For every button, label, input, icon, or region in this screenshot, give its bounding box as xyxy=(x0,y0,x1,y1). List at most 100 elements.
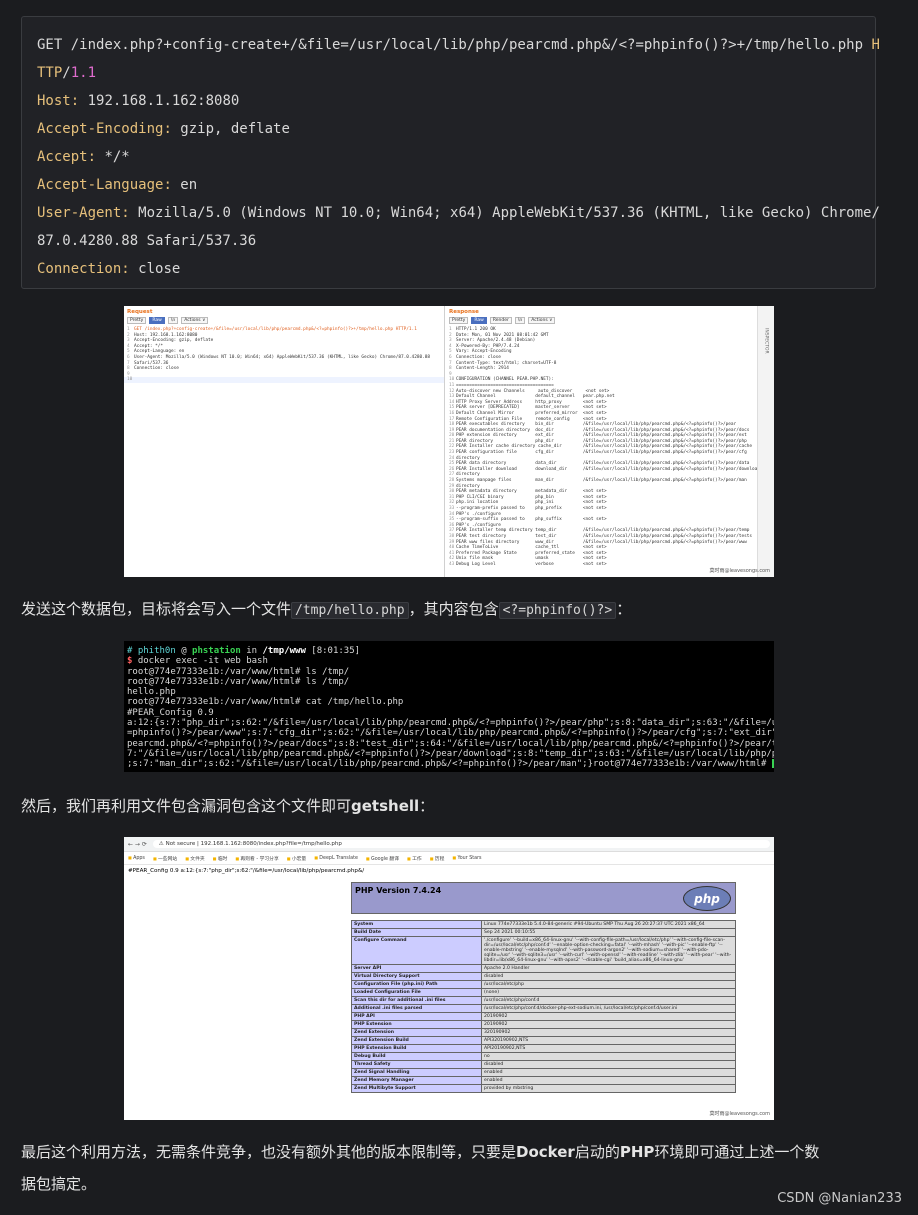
burp-tab[interactable]: \n xyxy=(514,317,526,324)
burp-tab[interactable]: Render xyxy=(489,317,512,324)
phpinfo-key: Loaded Configuration File xyxy=(351,988,482,997)
burp-response-title: Response xyxy=(449,309,479,315)
phpinfo-key: Zend Signal Handling xyxy=(351,1068,482,1077)
phpinfo-row: Additional .ini files parsed/usr/local/e… xyxy=(351,1004,736,1013)
burp-tab[interactable]: Actions ∨ xyxy=(528,317,556,324)
para3-bold-docker: Docker xyxy=(516,1143,575,1161)
terminal-output-line: =phpinfo()?>/pear/www";s:7:"cfg_dir";s:6… xyxy=(127,728,774,739)
header-key: Accept-Language xyxy=(37,177,164,193)
phpinfo-value: disabled xyxy=(481,1060,736,1069)
php-version-title: PHP Version 7.4.24 xyxy=(355,886,442,895)
phpinfo-row: Server API Apache 2.0 Handler xyxy=(351,964,736,973)
phpinfo-key: Configure Command xyxy=(351,936,482,965)
bookmark-item[interactable]: 再则看 - 学习分享 xyxy=(235,855,278,862)
terminal-host: phstation xyxy=(192,646,241,656)
burp-line-text: HTTP Proxy Server Address http_proxy <no… xyxy=(456,399,607,405)
phpinfo-key: Build Date xyxy=(351,928,482,937)
header-colon: : xyxy=(70,93,80,109)
burp-line-text: Accept-Language: en xyxy=(134,349,185,355)
terminal-prompt-header: # phith0n @ phstation in /tmp/www [8:01:… xyxy=(127,646,771,656)
code-header-line: Accept: */* xyxy=(37,143,860,171)
phpinfo-value: API20190902,NTS xyxy=(481,1044,736,1053)
code-headers: Host: 192.168.1.162:8080 Accept-Encoding:… xyxy=(37,87,880,283)
burp-line-text: PEAR documentation directory doc_dir /&f… xyxy=(456,427,750,433)
phpinfo-value: Apache 2.0 Handler xyxy=(481,964,736,973)
burp-line-text: PEAR Installer temp directory temp_dir /… xyxy=(456,528,750,534)
burp-tab[interactable]: Pretty xyxy=(449,317,469,324)
phpinfo-row: Scan this dir for additional .ini files /… xyxy=(351,996,736,1005)
phpinfo-header: PHP Version 7.4.24 php xyxy=(351,882,736,914)
burp-line-text: Vary: Accept-Encoding xyxy=(456,349,512,355)
para3-line2: 据包搞定。 xyxy=(21,1175,97,1193)
phpinfo-row: PHP API 20190902 xyxy=(351,1012,736,1021)
header-colon: : xyxy=(163,177,172,193)
burp-line-text: --program-prefix passed to php_prefix <n… xyxy=(456,506,607,511)
burp-tab[interactable]: Raw xyxy=(471,317,487,324)
phpinfo-value: 20190902 xyxy=(481,1012,736,1021)
bookmark-item[interactable]: 历程 xyxy=(430,855,445,862)
bookmark-item[interactable]: DeepL Translate xyxy=(314,855,358,861)
burp-code-line: 28 Systems manpage files man_dir /&file=/… xyxy=(446,478,758,484)
burp-line-text: directory xyxy=(456,472,480,478)
request-line-tail: H xyxy=(871,37,880,53)
bookmark-item[interactable]: Your Stars xyxy=(452,855,481,861)
php-logo-icon: php xyxy=(683,886,731,911)
burp-line-text: PEAR executables directory bin_dir /&fil… xyxy=(456,422,737,428)
phpinfo-row: Zend Multibyte Support provided by mbstri… xyxy=(351,1084,736,1093)
header-value: */* xyxy=(96,149,130,165)
bookmark-item[interactable]: Google 翻译 xyxy=(366,855,399,862)
terminal-screenshot: # phith0n @ phstation in /tmp/www [8:01:… xyxy=(124,641,774,772)
bookmark-item[interactable]: 小宏量 xyxy=(287,855,306,862)
burp-line-text: GET /index.php?+config-create+/&file=/us… xyxy=(134,327,417,332)
burp-tab[interactable]: Actions ∨ xyxy=(181,317,209,324)
header-key: Host xyxy=(37,93,71,109)
burp-request-title: Request xyxy=(127,309,153,315)
burp-line-text: ===================================== xyxy=(456,382,554,388)
para3-prefix: 最后这个利用方法，无需条件竞争，也没有额外其他的版本限制等，只要是 xyxy=(21,1143,517,1161)
phpinfo-row: Zend Extension Build API320190902,NTS xyxy=(351,1036,736,1045)
phpinfo-row: Virtual Directory Support disabled xyxy=(351,972,736,981)
burp-line-text: PHP's ./configure xyxy=(456,511,501,517)
phpinfo-value: /usr/local/etc/php xyxy=(481,980,736,989)
phpinfo-table: System Linux 774e77333e1b 5.4.0-84-generi… xyxy=(351,920,736,1093)
burp-line-text: Host: 192.168.1.162:8080 xyxy=(134,332,198,338)
bookmark-item[interactable]: 工作 xyxy=(407,855,422,862)
burp-response-tabs: Pretty Raw Render \n Actions ∨ xyxy=(446,317,758,327)
phpinfo-row: Build Date Sep 24 2021 00:10:55 xyxy=(351,928,736,937)
burp-code-line: 10 xyxy=(124,377,444,383)
header-key: User-Agent xyxy=(37,205,122,221)
terminal-dollar: $ xyxy=(127,656,138,667)
terminal-at: @ xyxy=(175,646,193,656)
burp-line-text: directory xyxy=(456,483,480,489)
burp-tab[interactable]: \n xyxy=(167,317,179,324)
burp-line-text: HTTP/1.1 200 OK xyxy=(456,327,496,332)
paragraph-write-file: 发送这个数据包，目标将会写入一个文件/tmp/hello.php ，其内容包含 <?… xyxy=(21,598,631,619)
burp-line-text: Default Channel Mirror preferred_mirror … xyxy=(456,410,607,416)
phpinfo-value: 20190902 xyxy=(481,1020,736,1029)
phpinfo-row: System Linux 774e77333e1b 5.4.0-84-generi… xyxy=(351,920,736,929)
phpinfo-row: Loaded Configuration File (none) xyxy=(351,988,736,997)
header-key: Accept-Encoding xyxy=(37,121,164,137)
header-colon: : xyxy=(163,121,172,137)
bookmark-item[interactable]: 临时 xyxy=(213,855,228,862)
browser-screenshot: ← → ⟳ ⚠ Not secure | 192.168.1.162:8080/… xyxy=(124,837,774,1120)
burp-tab[interactable]: Pretty xyxy=(127,317,147,324)
header-key: Accept xyxy=(37,149,88,165)
browser-nav-icons: ← → ⟳ xyxy=(128,840,147,848)
code-header-line: Connection: close xyxy=(37,255,860,283)
burp-line-text: Accept-Encoding: gzip, deflate xyxy=(134,338,214,344)
burp-line-text: Remote Configuration File remote_config … xyxy=(456,416,607,422)
burp-tab[interactable]: Raw xyxy=(149,317,165,324)
line-number: 10 xyxy=(127,377,133,383)
bookmark-item[interactable]: 一些网站 xyxy=(153,855,177,862)
phpinfo-key: Configuration File (php.ini) Path xyxy=(351,980,482,989)
bookmark-item[interactable]: 文件夹 xyxy=(185,855,204,862)
burp-line-text: PEAR data directory data_dir /&file=/usr… xyxy=(456,461,750,467)
phpinfo-key: PHP Extension Build xyxy=(351,1044,482,1053)
paragraph-conclusion-line2: 据包搞定。 xyxy=(21,1173,96,1194)
para3-mid: 启动的 xyxy=(574,1143,620,1161)
phpinfo-key: PHP API xyxy=(351,1012,482,1021)
bookmark-item[interactable]: Apps xyxy=(128,855,145,861)
code-header-line: User-Agent: Mozilla/5.0 (Windows NT 10.0… xyxy=(37,199,880,227)
burp-line-text: Preferred Package State preferred_state … xyxy=(456,550,607,556)
